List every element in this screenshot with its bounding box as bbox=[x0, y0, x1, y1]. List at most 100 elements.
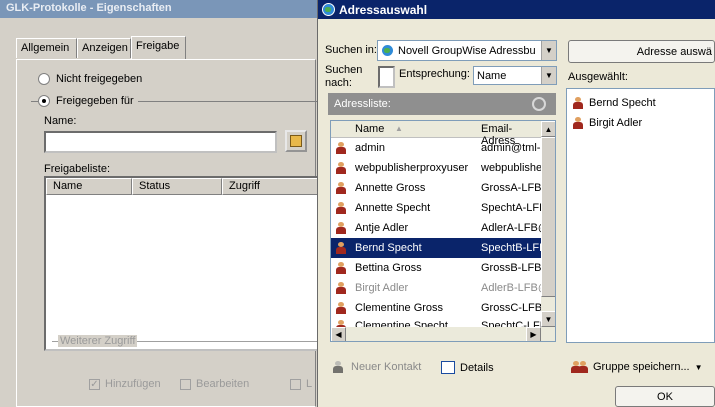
save-group-label: Gruppe speichern... bbox=[593, 361, 690, 373]
contact-name: Annette Specht bbox=[355, 202, 431, 214]
more-access-label: Weiterer Zugriff bbox=[58, 335, 138, 347]
selected-item[interactable]: Birgit Adler bbox=[573, 117, 642, 129]
sort-ascending-icon: ▲ bbox=[395, 124, 403, 133]
address-list-bar: Adressliste: bbox=[328, 93, 556, 115]
selected-item[interactable]: Bernd Specht bbox=[573, 97, 656, 109]
share-list-header: Name Status Zugriff bbox=[46, 178, 318, 195]
search-for-label-2: nach: bbox=[325, 77, 352, 89]
selected-label: Ausgewählt: bbox=[568, 71, 628, 83]
details-button[interactable]: Details bbox=[441, 361, 494, 374]
contact-email: admin@tml-3 bbox=[481, 142, 547, 154]
scroll-up-icon[interactable]: ▲ bbox=[541, 121, 555, 137]
checkbox-add[interactable]: ✓ Hinzufügen bbox=[89, 378, 161, 390]
list-item[interactable]: Birgit Adler AdlerB-LFB@ bbox=[331, 278, 549, 298]
contact-icon bbox=[336, 302, 346, 314]
checkbox-add-label: Hinzufügen bbox=[105, 378, 161, 390]
refresh-icon[interactable] bbox=[532, 97, 546, 111]
new-contact-label: Neuer Kontakt bbox=[351, 361, 422, 373]
checkmark-icon: ✓ bbox=[89, 378, 100, 390]
checkbox-edit-label: Bearbeiten bbox=[196, 378, 250, 390]
match-dropdown[interactable]: Name ▼ bbox=[473, 66, 557, 85]
checkbox-box bbox=[290, 378, 301, 390]
search-input[interactable] bbox=[378, 66, 395, 88]
chevron-down-icon[interactable]: ▼ bbox=[541, 41, 556, 60]
name-input[interactable] bbox=[44, 131, 277, 153]
list-item[interactable]: Bettina Gross GrossB-LFB@ bbox=[331, 258, 553, 278]
list-item-selected[interactable]: Bernd Specht SpechtB-LFB bbox=[331, 238, 546, 258]
contact-email: SpechtB-LFB bbox=[481, 242, 547, 254]
radio-shared-for[interactable]: Freigegeben für bbox=[38, 95, 138, 107]
scroll-left-icon[interactable]: ◀ bbox=[331, 327, 346, 341]
column-header-status[interactable]: Status bbox=[132, 178, 222, 195]
contact-name: admin bbox=[355, 142, 385, 154]
name-label: Name: bbox=[44, 115, 77, 127]
address-selection-title: Adressauswahl bbox=[339, 2, 428, 17]
list-item[interactable]: webpublisherproxyuser webpublishe bbox=[331, 158, 543, 178]
contact-name: webpublisherproxyuser bbox=[355, 162, 469, 174]
properties-window: GLK-Protokolle - Eigenschaften Allgemein… bbox=[0, 0, 320, 407]
properties-title: GLK-Protokolle - Eigenschaften bbox=[0, 0, 320, 18]
scroll-right-icon[interactable]: ▶ bbox=[526, 327, 541, 341]
address-selection-titlebar: Adressauswahl bbox=[318, 0, 715, 19]
selected-list[interactable]: Bernd Specht Birgit Adler bbox=[566, 88, 715, 343]
select-address-button[interactable]: Adresse auswä bbox=[568, 40, 715, 63]
list-item[interactable]: Annette Specht SpechtA-LFE bbox=[331, 198, 546, 218]
address-book-dropdown-value: Novell GroupWise Adressbu bbox=[398, 44, 536, 57]
radio-not-shared[interactable]: Nicht freigegeben bbox=[38, 73, 142, 85]
scroll-down-icon[interactable]: ▼ bbox=[541, 311, 555, 327]
column-header-name[interactable]: Name bbox=[46, 178, 132, 195]
list-item[interactable]: Annette Gross GrossA-LFB@ bbox=[331, 178, 553, 198]
search-in-label: Suchen in: bbox=[325, 44, 377, 56]
new-contact-icon bbox=[333, 361, 343, 373]
tab-freigabe[interactable]: Freigabe bbox=[131, 36, 186, 59]
share-list-label: Freigabeliste: bbox=[44, 163, 111, 175]
ok-button[interactable]: OK bbox=[615, 386, 715, 407]
contact-icon bbox=[336, 182, 346, 194]
radio-not-shared-label: Nicht freigegeben bbox=[56, 73, 143, 85]
scroll-thumb[interactable] bbox=[541, 137, 555, 297]
share-list[interactable]: Name Status Zugriff bbox=[44, 176, 320, 351]
address-book-icon bbox=[290, 135, 302, 147]
tab-allgemein[interactable]: Allgemein bbox=[16, 38, 77, 58]
vertical-scrollbar[interactable]: ▲ ▼ bbox=[541, 121, 555, 341]
contact-email: SpechtA-LFE bbox=[481, 202, 547, 214]
address-book-button[interactable] bbox=[285, 130, 307, 152]
contact-icon bbox=[573, 97, 583, 109]
save-group-button[interactable]: Gruppe speichern... ▼ bbox=[571, 361, 703, 373]
checkbox-edit[interactable]: Bearbeiten bbox=[180, 378, 249, 390]
address-list[interactable]: Name ▲ Email-Adress admin admin@tml-3 web… bbox=[330, 120, 556, 342]
contact-name: Clementine Gross bbox=[355, 302, 444, 314]
match-label: Entsprechung: bbox=[399, 68, 470, 80]
contact-name: Antje Adler bbox=[355, 222, 409, 234]
horizontal-scrollbar[interactable]: ◀ ▶ bbox=[331, 327, 541, 341]
selected-item-name: Bernd Specht bbox=[589, 97, 656, 109]
checkbox-read[interactable]: L bbox=[290, 378, 312, 390]
contact-icon bbox=[336, 202, 346, 214]
column-header-name[interactable]: Name bbox=[355, 123, 384, 135]
new-contact-button[interactable]: Neuer Kontakt bbox=[333, 361, 421, 373]
group-icon bbox=[571, 361, 588, 373]
contact-name: Annette Gross bbox=[355, 182, 426, 194]
search-for-label: Suchen bbox=[325, 64, 363, 76]
chevron-down-icon: ▼ bbox=[694, 362, 703, 372]
list-item[interactable]: Clementine Gross GrossC-LFB@ bbox=[331, 298, 553, 318]
match-dropdown-value: Name bbox=[477, 69, 507, 82]
selected-item-name: Birgit Adler bbox=[589, 117, 643, 129]
contact-email: webpublishe bbox=[481, 162, 543, 174]
list-item[interactable]: Antje Adler AdlerA-LFB@ bbox=[331, 218, 549, 238]
contact-email: AdlerB-LFB@ bbox=[481, 282, 550, 294]
address-book-dropdown[interactable]: Novell GroupWise Adressbu ▼ bbox=[377, 40, 557, 61]
address-list-header: Name ▲ Email-Adress bbox=[331, 121, 541, 147]
groupwise-globe-icon bbox=[322, 3, 335, 16]
tab-anzeigen[interactable]: Anzeigen bbox=[77, 38, 131, 58]
contact-icon bbox=[336, 282, 346, 294]
contact-email: AdlerA-LFB@ bbox=[481, 222, 550, 234]
chevron-down-icon[interactable]: ▼ bbox=[541, 67, 556, 84]
contact-icon bbox=[336, 142, 346, 154]
address-list-label: Adressliste: bbox=[334, 98, 391, 110]
checkbox-read-label: L bbox=[306, 378, 313, 390]
column-header-access[interactable]: Zugriff bbox=[222, 178, 318, 195]
checkbox-box bbox=[180, 378, 191, 390]
list-item[interactable]: admin admin@tml-3 bbox=[331, 138, 547, 158]
contact-name: Bettina Gross bbox=[355, 262, 422, 274]
